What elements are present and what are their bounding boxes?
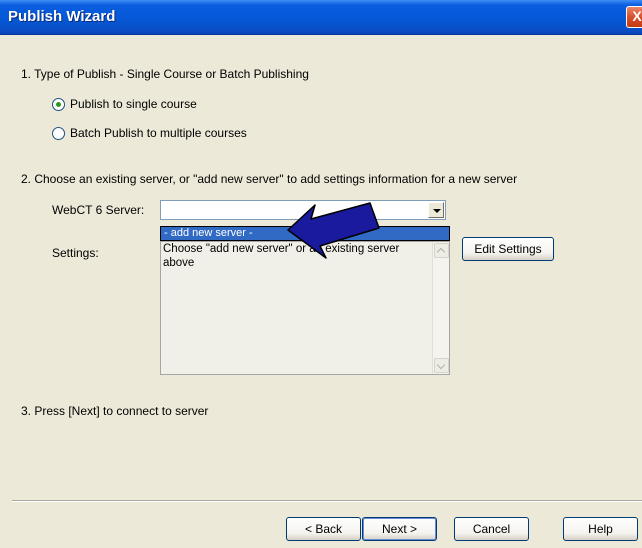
window-title: Publish Wizard	[8, 8, 116, 25]
publish-wizard-window: Publish Wizard X 1. Type of Publish - Si…	[0, 0, 642, 548]
edit-settings-button[interactable]: Edit Settings	[462, 237, 554, 261]
cancel-button[interactable]: Cancel	[454, 517, 529, 541]
server-dropdown-button[interactable]	[428, 202, 444, 218]
server-label: WebCT 6 Server:	[52, 203, 145, 217]
chevron-down-icon	[433, 209, 441, 213]
server-dropdown-list: - add new server -	[160, 226, 450, 241]
radio-single-course[interactable]	[52, 98, 65, 111]
server-select[interactable]	[160, 200, 446, 220]
dropdown-option-add-new-server[interactable]: - add new server -	[161, 227, 449, 240]
close-icon: X	[632, 8, 642, 24]
chevron-up-icon	[436, 247, 446, 257]
next-button[interactable]: Next >	[362, 517, 437, 541]
close-button[interactable]: X	[626, 6, 642, 28]
scroll-up-button[interactable]	[434, 243, 449, 258]
scroll-down-button[interactable]	[434, 358, 449, 373]
radio-batch-publish-label[interactable]: Batch Publish to multiple courses	[70, 126, 247, 140]
settings-label: Settings:	[52, 246, 99, 260]
title-bar[interactable]: Publish Wizard X	[0, 0, 642, 35]
help-button[interactable]: Help	[563, 517, 638, 541]
chevron-down-icon	[436, 360, 446, 370]
step1-heading: 1. Type of Publish - Single Course or Ba…	[21, 67, 309, 81]
footer-divider-highlight	[12, 501, 642, 502]
settings-scrollbar[interactable]	[432, 242, 449, 374]
step2-heading: 2. Choose an existing server, or "add ne…	[21, 172, 518, 186]
back-button[interactable]: < Back	[286, 517, 361, 541]
radio-single-course-label[interactable]: Publish to single course	[70, 97, 197, 111]
step3-heading: 3. Press [Next] to connect to server	[21, 404, 209, 418]
settings-text: Choose "add new server" or an existing s…	[163, 243, 400, 269]
radio-selected-dot	[56, 102, 61, 107]
settings-textarea[interactable]: Choose "add new server" or an existing s…	[160, 241, 450, 375]
radio-batch-publish[interactable]	[52, 127, 65, 140]
